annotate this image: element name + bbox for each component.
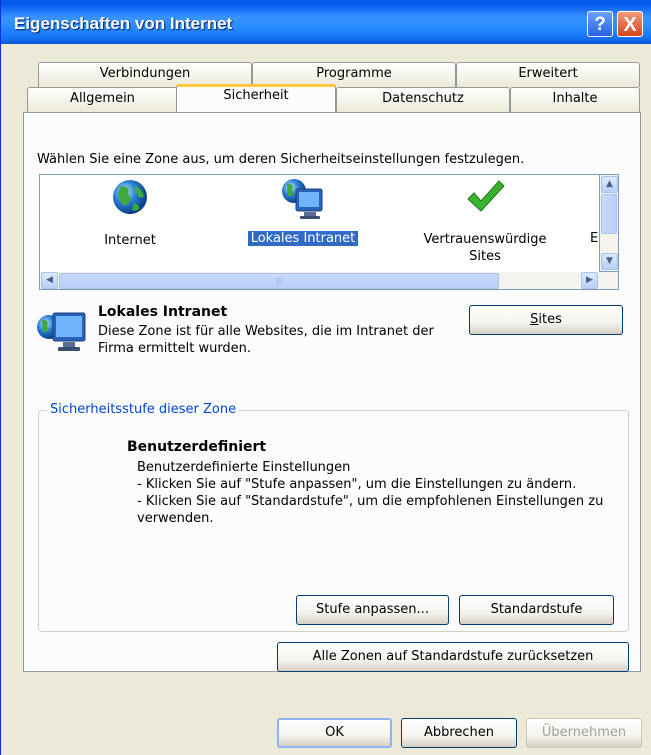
zone-item-restricted[interactable]: E xyxy=(590,231,599,246)
tab-erweitert[interactable]: Erweitert xyxy=(456,62,640,87)
zone-list-vertical-scrollbar[interactable]: ▲ ▼ xyxy=(600,174,619,272)
custom-level-button[interactable]: Stufe anpassen... xyxy=(296,595,449,625)
scroll-up-icon[interactable]: ▲ xyxy=(601,176,618,193)
zone-label-selected: Lokales Intranet xyxy=(247,231,359,246)
tab-allgemein[interactable]: Allgemein xyxy=(27,87,178,112)
security-level-description: Benutzerdefinierte Einstellungen - Klick… xyxy=(137,460,604,526)
security-level-group-title: Sicherheitsstufe dieser Zone xyxy=(47,402,240,417)
scroll-left-icon[interactable]: ◀ xyxy=(41,272,58,289)
tab-sicherheit[interactable]: Sicherheit xyxy=(176,84,336,112)
default-level-button[interactable]: Standardstufe xyxy=(459,595,614,625)
tab-inhalte[interactable]: Inhalte xyxy=(510,87,640,112)
selected-zone-description: Diese Zone ist für alle Websites, die im… xyxy=(98,324,434,356)
globe-icon xyxy=(113,180,147,214)
tab-datenschutz[interactable]: Datenschutz xyxy=(336,87,510,112)
zone-item-local-intranet[interactable]: Lokales Intranet xyxy=(238,177,368,246)
ok-button[interactable]: OK xyxy=(277,718,392,748)
dialog-window: Eigenschaften von Internet ? X Verbindun… xyxy=(0,0,651,755)
computer-globe-icon xyxy=(282,179,323,219)
zone-list-horizontal-scrollbar[interactable]: ◀ ||| ▶ xyxy=(39,272,619,290)
help-button[interactable]: ? xyxy=(587,11,613,37)
sites-button[interactable]: Sites xyxy=(469,305,623,335)
zone-item-internet[interactable]: Internet xyxy=(80,177,180,248)
window-title: Eigenschaften von Internet xyxy=(14,14,233,33)
zone-label-trusted-sites: Vertrauenswürdige Sites xyxy=(423,232,547,264)
zone-instruction: Wählen Sie eine Zone aus, um deren Siche… xyxy=(37,152,525,167)
selected-zone-name: Lokales Intranet xyxy=(98,304,228,320)
cancel-button[interactable]: Abbrechen xyxy=(401,718,517,748)
horizontal-scroll-thumb[interactable]: ||| xyxy=(59,273,499,289)
reset-all-zones-button[interactable]: Alle Zonen auf Standardstufe zurücksetze… xyxy=(277,642,629,672)
sites-button-label: ites xyxy=(538,312,562,327)
apply-button[interactable]: Übernehmen xyxy=(526,718,642,748)
checkmark-icon xyxy=(467,180,505,212)
zone-label-local-intranet: Lokales Intranet xyxy=(238,231,368,246)
scroll-right-icon[interactable]: ▶ xyxy=(581,272,598,289)
title-bar[interactable]: Eigenschaften von Internet ? X xyxy=(1,0,651,44)
vertical-scroll-thumb[interactable] xyxy=(601,194,617,234)
zone-label-internet: Internet xyxy=(104,233,156,248)
security-level-name: Benutzerdefiniert xyxy=(127,439,267,455)
zone-item-trusted-sites[interactable]: Vertrauenswürdige Sites xyxy=(410,177,560,265)
close-button[interactable]: X xyxy=(617,11,643,37)
zone-label-restricted: E xyxy=(590,231,599,246)
local-intranet-icon xyxy=(37,312,86,351)
scroll-down-icon[interactable]: ▼ xyxy=(601,253,618,270)
